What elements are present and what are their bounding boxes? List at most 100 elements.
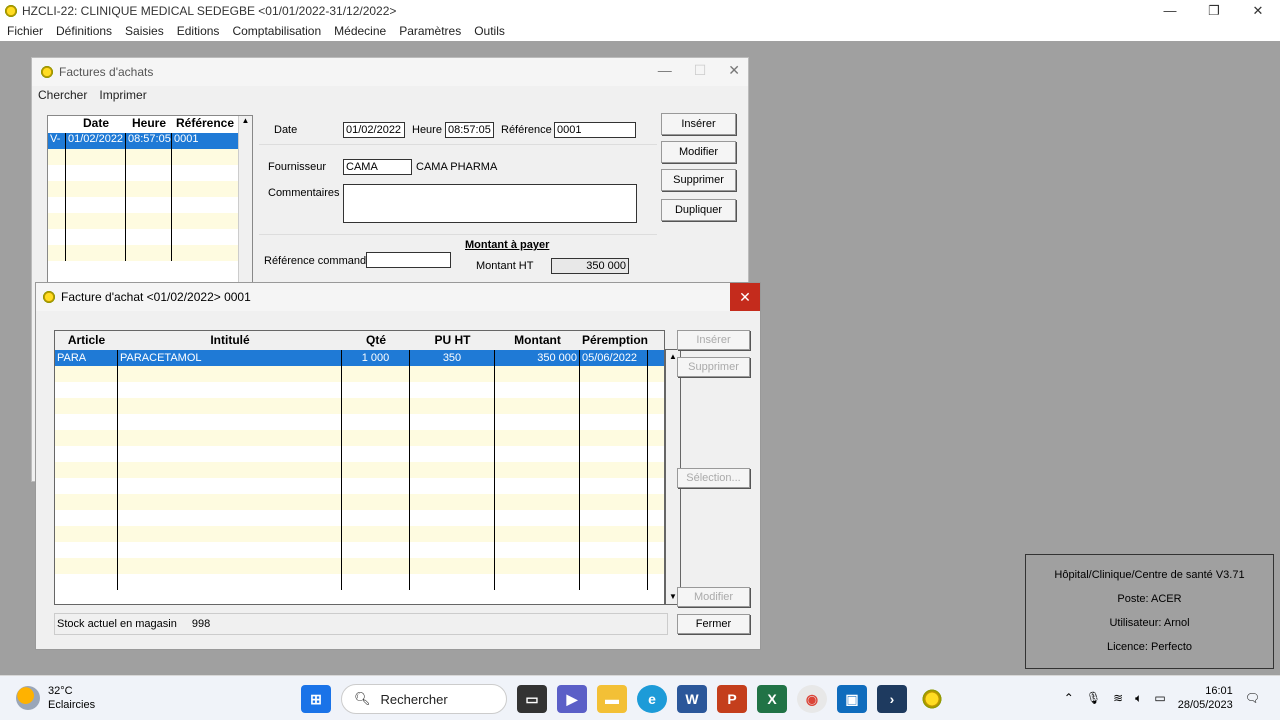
stock-status: Stock actuel en magasin 998: [54, 613, 668, 635]
col-intitule[interactable]: Intitulé: [118, 331, 342, 350]
list-scrollbar[interactable]: ▲: [238, 116, 252, 284]
app-title: HZCLI-22: CLINIQUE MEDICAL SEDEGBE <01/0…: [22, 3, 397, 18]
file-explorer-icon[interactable]: ▬: [597, 685, 627, 713]
minimize-icon[interactable]: —: [1148, 0, 1192, 21]
factures-list[interactable]: Date Heure Référence V- 01/02/2022 08:57…: [47, 115, 253, 285]
window-logo-icon: [40, 65, 54, 79]
list-item[interactable]: V- 01/02/2022 08:57:05 0001: [48, 133, 252, 149]
menu-definitions[interactable]: Définitions: [56, 24, 112, 38]
menu-saisies[interactable]: Saisies: [125, 24, 164, 38]
close-icon[interactable]: ✕: [1236, 0, 1280, 21]
col-montant[interactable]: Montant: [495, 331, 580, 350]
dialog-inserer-button[interactable]: Insérer: [677, 330, 750, 350]
weather-widget[interactable]: 32°C Eclaircies: [16, 684, 95, 712]
list-item: [48, 229, 252, 245]
table-row: [55, 462, 664, 478]
system-tray: ⌃ 🎙︎ ≋ 🔈︎ ▭ 16:01 28/05/2023 🗨︎: [1064, 684, 1260, 712]
table-row: [55, 478, 664, 494]
montant-ht-field: 350 000: [551, 258, 629, 274]
heure-field[interactable]: 08:57:05: [445, 122, 494, 138]
factures-form: Date 01/02/2022 Heure 08:57:05 Référence…: [259, 115, 657, 285]
col-qte[interactable]: Qté: [342, 331, 410, 350]
menu-imprimer[interactable]: Imprimer: [99, 88, 146, 102]
col-heure[interactable]: Heure: [126, 116, 172, 133]
fermer-button[interactable]: Fermer: [677, 614, 750, 634]
table-row: [55, 494, 664, 510]
menu-comptabilisation[interactable]: Comptabilisation: [232, 24, 321, 38]
col-date[interactable]: Date: [66, 116, 126, 133]
dialog-modifier-button[interactable]: Modifier: [677, 587, 750, 607]
chrome-icon[interactable]: ◉: [797, 685, 827, 713]
supprimer-button[interactable]: Supprimer: [661, 169, 736, 191]
search-icon: 🔍︎: [354, 691, 371, 706]
notification-icon[interactable]: 🗨︎: [1245, 691, 1260, 705]
close-icon[interactable]: ✕: [728, 62, 740, 79]
list-item: [48, 165, 252, 181]
ref-commande-field[interactable]: [366, 252, 451, 268]
terminal-icon[interactable]: ›: [877, 685, 907, 713]
selection-button[interactable]: Sélection...: [677, 468, 750, 488]
powerpoint-icon[interactable]: P: [717, 685, 747, 713]
articles-grid[interactable]: Article Intitulé Qté PU HT Montant Pérem…: [54, 330, 681, 605]
volume-icon[interactable]: 🔈︎: [1135, 691, 1142, 706]
start-icon[interactable]: ⊞: [301, 685, 331, 713]
col-article[interactable]: Article: [55, 331, 118, 350]
list-item: [48, 181, 252, 197]
wifi-icon[interactable]: ≋: [1113, 691, 1123, 705]
table-row: [55, 430, 664, 446]
licence-text: Licence: Perfecto: [1107, 641, 1192, 653]
commentaires-field[interactable]: [343, 184, 637, 223]
fournisseur-name: CAMA PHARMA: [416, 161, 498, 173]
col-pu-ht[interactable]: PU HT: [410, 331, 495, 350]
maximize-icon[interactable]: ❐: [1192, 0, 1236, 21]
dupliquer-button[interactable]: Dupliquer: [661, 199, 736, 221]
minimize-icon[interactable]: —: [658, 62, 672, 79]
menu-chercher[interactable]: Chercher: [38, 88, 87, 102]
teams-icon[interactable]: ▶: [557, 685, 587, 713]
montant-ht-label: Montant HT: [476, 260, 534, 272]
maximize-icon[interactable]: ☐: [694, 62, 707, 79]
list-item: [48, 149, 252, 165]
battery-icon[interactable]: ▭: [1154, 691, 1165, 705]
table-row: [55, 382, 664, 398]
cell-pu-ht: 350: [410, 350, 495, 366]
table-row: [55, 542, 664, 558]
taskbar: 32°C Eclaircies ⊞ 🔍︎ Rechercher ▭ ▶ ▬ e …: [0, 675, 1280, 720]
date-field[interactable]: 01/02/2022: [343, 122, 405, 138]
chevron-up-icon[interactable]: ⌃: [1064, 691, 1074, 705]
menu-parametres[interactable]: Paramètres: [399, 24, 461, 38]
cell-intitule: PARACETAMOL: [118, 350, 342, 366]
menu-editions[interactable]: Editions: [177, 24, 220, 38]
app-titlebar: HZCLI-22: CLINIQUE MEDICAL SEDEGBE <01/0…: [0, 0, 1280, 21]
edge-icon[interactable]: e: [637, 685, 667, 713]
close-icon[interactable]: ✕: [730, 283, 760, 311]
taskbar-search[interactable]: 🔍︎ Rechercher: [341, 684, 507, 714]
reference-label: Référence: [501, 124, 552, 136]
fournisseur-label: Fournisseur: [268, 161, 327, 173]
clinique-app-icon[interactable]: [917, 685, 947, 713]
list-item: [48, 245, 252, 261]
col-reference[interactable]: Référence: [172, 116, 238, 133]
microphone-icon[interactable]: 🎙︎: [1086, 691, 1101, 705]
commentaires-label: Commentaires: [268, 187, 340, 199]
col-peremption[interactable]: Péremption: [580, 331, 648, 350]
table-row: [55, 526, 664, 542]
dialog-supprimer-button[interactable]: Supprimer: [677, 357, 750, 377]
poste-text: Poste: ACER: [1117, 593, 1182, 605]
factures-menu: Chercher Imprimer: [32, 86, 748, 104]
excel-icon[interactable]: X: [757, 685, 787, 713]
task-view-icon[interactable]: ▭: [517, 685, 547, 713]
modifier-button[interactable]: Modifier: [661, 141, 736, 163]
word-icon[interactable]: W: [677, 685, 707, 713]
table-row[interactable]: PARA PARACETAMOL 1 000 350 350 000 05/06…: [55, 350, 664, 366]
menu-outils[interactable]: Outils: [474, 24, 505, 38]
clock[interactable]: 16:01 28/05/2023: [1178, 684, 1233, 712]
cell-peremption: 05/06/2022: [580, 350, 648, 366]
date-label: Date: [274, 124, 298, 136]
menu-fichier[interactable]: Fichier: [7, 24, 43, 38]
inserer-button[interactable]: Insérer: [661, 113, 736, 135]
reference-field[interactable]: 0001: [554, 122, 636, 138]
app-window-icon[interactable]: ▣: [837, 685, 867, 713]
menu-medecine[interactable]: Médecine: [334, 24, 386, 38]
fournisseur-field[interactable]: CAMA: [343, 159, 412, 175]
